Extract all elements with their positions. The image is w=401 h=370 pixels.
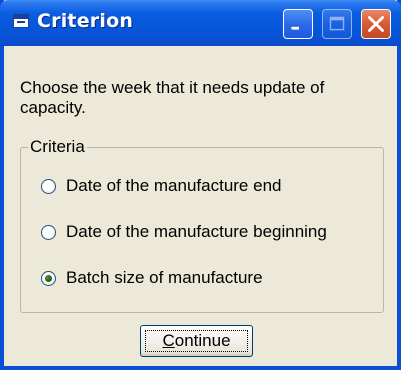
radio-batch-size[interactable] xyxy=(41,270,56,286)
minimize-icon xyxy=(291,26,299,30)
criteria-groupbox: Criteria Date of the manufacture end Dat… xyxy=(20,137,384,313)
close-icon xyxy=(368,16,384,32)
maximize-button xyxy=(322,9,352,39)
dialog-prompt: Choose the week that it needs update of … xyxy=(20,78,325,117)
continue-button[interactable]: Continue xyxy=(140,325,253,357)
criterion-dialog: Criterion Choose the week that it needs … xyxy=(0,0,401,370)
radio-manufacture-beginning[interactable] xyxy=(41,224,56,240)
continue-label: ontinue xyxy=(174,331,231,350)
title-bar[interactable]: Criterion xyxy=(0,0,401,46)
option-manufacture-beginning[interactable]: Date of the manufacture beginning xyxy=(41,221,327,243)
focus-rectangle: Continue xyxy=(145,330,248,352)
window-icon[interactable] xyxy=(13,14,29,28)
dialog-body: Choose the week that it needs update of … xyxy=(4,46,397,366)
criteria-group-label: Criteria xyxy=(28,137,87,157)
maximize-icon xyxy=(329,16,345,31)
option-label: Batch size of manufacture xyxy=(66,268,263,287)
option-batch-size[interactable]: Batch size of manufacture xyxy=(41,267,263,289)
continue-accelerator: C xyxy=(162,331,175,350)
radio-manufacture-end[interactable] xyxy=(41,178,56,194)
minimize-button[interactable] xyxy=(283,9,313,39)
option-manufacture-end[interactable]: Date of the manufacture end xyxy=(41,175,281,197)
window-title: Criterion xyxy=(37,10,134,32)
close-button[interactable] xyxy=(361,9,391,39)
option-label: Date of the manufacture end xyxy=(66,176,282,195)
option-label: Date of the manufacture beginning xyxy=(66,222,327,241)
